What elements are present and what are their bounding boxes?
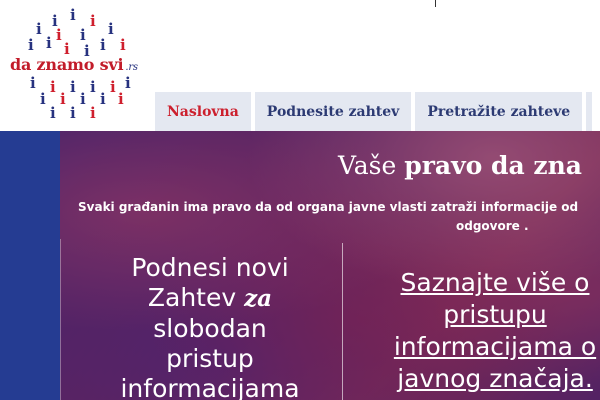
- learn-more-line-3: informacijama o: [393, 332, 597, 361]
- logo-figure: i: [108, 20, 114, 38]
- hero-side-strip: [0, 131, 60, 400]
- logo-figure: i: [110, 78, 116, 96]
- logo-figure: i: [50, 104, 56, 122]
- tab-label: Podnesite zahtev: [266, 103, 400, 120]
- hero-subtitle-line2: odgovore .: [456, 219, 529, 233]
- cta-line-1: Podnesi novi: [131, 253, 289, 282]
- logo-wordmark: da znamo svi .rs: [10, 55, 138, 74]
- logo-figure: i: [90, 12, 96, 30]
- main-nav: Naslovna Podnesite zahtev Pretražite zah…: [155, 92, 593, 131]
- hero-title: Vaše pravo da zna: [338, 151, 582, 180]
- cta-line-3: slobodan: [153, 314, 267, 343]
- odgovore-link[interactable]: odgovore: [456, 219, 520, 233]
- site-header: iiiiiiiiiiiiiiiiiiiiiiiiiii da znamo svi…: [0, 0, 600, 131]
- hero-title-bold: pravo da zna: [404, 151, 582, 180]
- tab-podnesite-zahtev[interactable]: Podnesite zahtev: [254, 92, 412, 131]
- cta-word-zahtev: Zahtev: [147, 283, 237, 312]
- cta-line-5: informacijama: [120, 374, 300, 400]
- logo-figure: i: [125, 74, 131, 92]
- hero-column-divider: [342, 243, 343, 400]
- logo-figure: i: [60, 90, 66, 108]
- logo-figure: i: [100, 36, 106, 54]
- logo-suffix: .rs: [125, 62, 138, 73]
- tab-label: Pretražite zahteve: [427, 103, 571, 120]
- hero-title-plain: Vaše: [338, 151, 397, 180]
- top-divider: [435, 0, 436, 7]
- hero-left-edge: [60, 239, 61, 400]
- logo-figure: i: [80, 26, 86, 44]
- logo-figure: i: [30, 74, 36, 92]
- logo-figure: i: [80, 90, 86, 108]
- logo-figure: i: [100, 90, 106, 108]
- logo-figure: i: [70, 104, 76, 122]
- logo-figure: i: [118, 90, 124, 108]
- tab-more[interactable]: [586, 92, 593, 131]
- hero-subtitle: Svaki građanin ima pravo da od organa ja…: [78, 200, 579, 214]
- tab-naslovna[interactable]: Naslovna: [155, 92, 251, 131]
- subtitle-period: .: [523, 219, 529, 233]
- site-logo[interactable]: iiiiiiiiiiiiiiiiiiiiiiiiiii da znamo svi…: [0, 0, 160, 131]
- logo-figure: i: [120, 36, 126, 54]
- logo-text: da znamo svi: [10, 55, 124, 74]
- logo-figure: i: [56, 26, 62, 44]
- logo-figure: i: [70, 6, 76, 24]
- learn-more-line-4: javnog značaja.: [397, 364, 593, 393]
- logo-figure: i: [36, 20, 42, 38]
- logo-figure: i: [40, 90, 46, 108]
- learn-more-line-1: Saznajte više o: [400, 268, 590, 297]
- learn-more-link[interactable]: Saznajte više o pristupu informacijama o…: [360, 267, 600, 395]
- cta-line-2: Zahtev za: [90, 283, 330, 314]
- tab-pretrazite-zahteve[interactable]: Pretražite zahteve: [415, 92, 583, 131]
- logo-figure: i: [90, 104, 96, 122]
- logo-figure: i: [46, 34, 52, 52]
- tab-label: Naslovna: [167, 103, 239, 120]
- logo-figure: i: [90, 78, 96, 96]
- new-request-cta[interactable]: Podnesi novi Zahtev za slobodan pristup …: [90, 253, 330, 400]
- hero-banner: Vaše pravo da zna Svaki građanin ima pra…: [0, 131, 600, 400]
- cta-line-4: pristup: [166, 344, 254, 373]
- learn-more-line-2: pristupu: [443, 300, 547, 329]
- logo-figure: i: [28, 36, 34, 54]
- logo-figure: i: [70, 78, 76, 96]
- cta-word-za: za: [244, 285, 273, 312]
- logo-figure: i: [50, 78, 56, 96]
